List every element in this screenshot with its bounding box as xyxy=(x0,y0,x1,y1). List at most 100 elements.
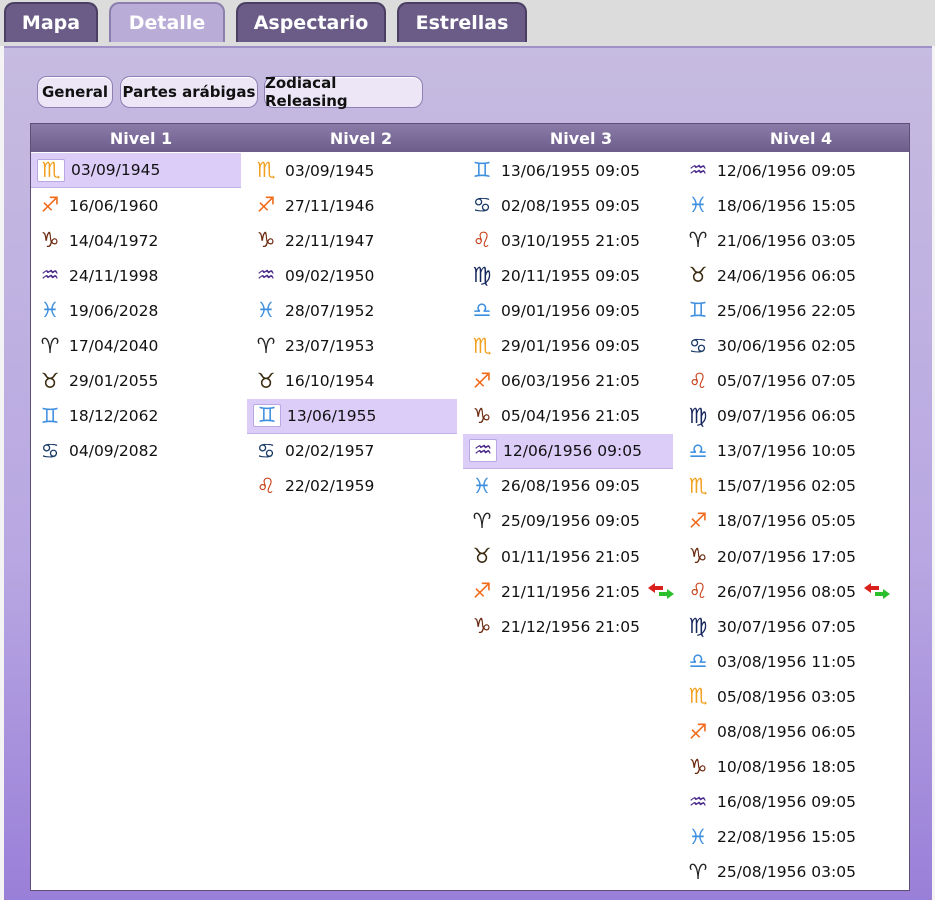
period-date: 16/08/1956 09:05 xyxy=(717,793,856,812)
list-item[interactable]: ♏ 05/08/1956 03:05 xyxy=(679,679,889,714)
period-date: 03/08/1956 11:05 xyxy=(717,652,856,671)
list-item[interactable]: ♒ 16/08/1956 09:05 xyxy=(679,785,889,820)
list-item[interactable]: ♍ 09/07/1956 06:05 xyxy=(679,399,889,434)
column-nivel-4: ♒ 12/06/1956 09:05 ♓ 18/06/1956 15:05 ♈ 21/06… xyxy=(679,153,891,890)
tab-estrellas[interactable]: Estrellas xyxy=(397,2,527,42)
period-date: 13/07/1956 10:05 xyxy=(717,442,856,461)
list-item[interactable]: ♈ 23/07/1953 xyxy=(247,328,457,363)
list-item[interactable]: ♐ 08/08/1956 06:05 xyxy=(679,715,889,750)
period-date: 09/02/1950 xyxy=(285,266,375,285)
list-item[interactable]: ♐ 06/03/1956 21:05 xyxy=(463,364,673,399)
list-item[interactable]: ♊ 25/06/1956 22:05 xyxy=(679,293,889,328)
list-item[interactable]: ♈ 21/06/1956 03:05 xyxy=(679,223,889,258)
list-item[interactable]: ♒ 24/11/1998 xyxy=(31,258,241,293)
period-date: 25/08/1956 03:05 xyxy=(717,863,856,882)
list-item[interactable]: ♍ 20/11/1955 09:05 xyxy=(463,258,673,293)
list-item[interactable]: ♊ 18/12/2062 xyxy=(31,399,241,434)
list-item[interactable]: ♉ 16/10/1954 xyxy=(247,364,457,399)
cancer-icon: ♋ xyxy=(40,438,60,463)
list-item[interactable]: ♋ 30/06/1956 02:05 xyxy=(679,328,889,363)
list-item[interactable]: ♈ 25/09/1956 09:05 xyxy=(463,504,673,539)
list-item[interactable]: ♈ 17/04/2040 xyxy=(31,328,241,363)
list-item[interactable]: ♓ 28/07/1952 xyxy=(247,293,457,328)
list-item[interactable]: ♏ 03/09/1945 xyxy=(247,153,457,188)
list-item[interactable]: ♐ 21/11/1956 21:05 xyxy=(463,574,674,609)
list-item[interactable]: ♑ 05/04/1956 21:05 xyxy=(463,399,673,434)
list-item[interactable]: ♍ 30/07/1956 07:05 xyxy=(679,609,889,644)
list-item[interactable]: ♑ 14/04/1972 xyxy=(31,223,241,258)
libra-icon: ♎ xyxy=(472,298,492,323)
scorpio-icon: ♏ xyxy=(688,473,708,498)
list-item[interactable]: ♊ 13/06/1955 09:05 xyxy=(463,153,673,188)
list-item[interactable]: ♌ 03/10/1955 21:05 xyxy=(463,223,673,258)
list-item[interactable]: ♏ 29/01/1956 09:05 xyxy=(463,328,673,363)
list-item[interactable]: ♒ 12/06/1956 09:05 xyxy=(463,433,673,469)
detail-panel: General Partes arábigas Zodiacal Releasi… xyxy=(4,46,932,900)
list-item[interactable]: ♌ 22/02/1959 xyxy=(247,469,457,504)
period-date: 16/10/1954 xyxy=(285,372,375,391)
pisces-icon: ♓ xyxy=(688,824,708,849)
list-item[interactable]: ♐ 16/06/1960 xyxy=(31,188,241,223)
list-item[interactable]: ♓ 22/08/1956 15:05 xyxy=(679,820,889,855)
libra-icon: ♎ xyxy=(688,438,708,463)
list-item[interactable]: ♒ 09/02/1950 xyxy=(247,258,457,293)
capricorn-icon: ♑ xyxy=(472,614,492,639)
period-date: 15/07/1956 02:05 xyxy=(717,477,856,496)
aquarius-icon: ♒ xyxy=(256,263,276,288)
list-item[interactable]: ♏ 15/07/1956 02:05 xyxy=(679,469,889,504)
list-item[interactable]: ♉ 29/01/2055 xyxy=(31,364,241,399)
list-item[interactable]: ♉ 01/11/1956 21:05 xyxy=(463,539,673,574)
period-date: 12/06/1956 09:05 xyxy=(717,161,856,180)
leo-icon: ♌ xyxy=(256,473,276,498)
list-item[interactable]: ♓ 26/08/1956 09:05 xyxy=(463,469,673,504)
list-item[interactable]: ♎ 13/07/1956 10:05 xyxy=(679,434,889,469)
period-date: 02/02/1957 xyxy=(285,442,375,461)
list-item[interactable]: ♑ 22/11/1947 xyxy=(247,223,457,258)
list-item[interactable]: ♓ 18/06/1956 15:05 xyxy=(679,188,889,223)
gemini-icon: ♊ xyxy=(253,404,281,428)
list-item[interactable]: ♌ 26/07/1956 08:05 xyxy=(679,574,890,609)
list-item[interactable]: ♏ 03/09/1945 xyxy=(31,153,241,189)
aries-icon: ♈ xyxy=(688,228,708,253)
gemini-icon: ♊ xyxy=(40,403,60,428)
list-item[interactable]: ♊ 13/06/1955 xyxy=(247,398,457,434)
list-item[interactable]: ♎ 09/01/1956 09:05 xyxy=(463,293,673,328)
list-item[interactable]: ♑ 10/08/1956 18:05 xyxy=(679,750,889,785)
list-item[interactable]: ♋ 02/02/1957 xyxy=(247,434,457,469)
period-date: 10/08/1956 18:05 xyxy=(717,758,856,777)
libra-icon: ♎ xyxy=(688,649,708,674)
list-item[interactable]: ♒ 12/06/1956 09:05 xyxy=(679,153,889,188)
period-date: 20/07/1956 17:05 xyxy=(717,547,856,566)
list-item[interactable]: ♓ 19/06/2028 xyxy=(31,293,241,328)
period-date: 14/04/1972 xyxy=(69,231,159,250)
subtab-general[interactable]: General xyxy=(37,76,113,108)
sagittarius-icon: ♐ xyxy=(472,579,492,604)
list-item[interactable]: ♎ 03/08/1956 11:05 xyxy=(679,644,889,679)
list-item[interactable]: ♐ 27/11/1946 xyxy=(247,188,457,223)
virgo-icon: ♍ xyxy=(688,403,708,428)
list-item[interactable]: ♋ 04/09/2082 xyxy=(31,434,241,469)
subtab-partes-arabigas[interactable]: Partes arábigas xyxy=(120,76,258,108)
period-date: 24/06/1956 06:05 xyxy=(717,266,856,285)
period-date: 21/11/1956 21:05 xyxy=(501,582,640,601)
tab-detalle[interactable]: Detalle xyxy=(109,2,225,42)
list-item[interactable]: ♑ 20/07/1956 17:05 xyxy=(679,539,889,574)
loosing-of-bond-icon xyxy=(864,583,890,600)
period-date: 25/09/1956 09:05 xyxy=(501,512,640,531)
period-date: 30/06/1956 02:05 xyxy=(717,337,856,356)
list-item[interactable]: ♐ 18/07/1956 05:05 xyxy=(679,504,889,539)
cancer-icon: ♋ xyxy=(256,438,276,463)
subtab-zodiacal-releasing[interactable]: Zodiacal Releasing xyxy=(264,74,423,110)
period-date: 12/06/1956 09:05 xyxy=(503,441,642,460)
list-item[interactable]: ♑ 21/12/1956 21:05 xyxy=(463,609,673,644)
tab-mapa[interactable]: Mapa xyxy=(4,2,98,42)
list-item[interactable]: ♋ 02/08/1955 09:05 xyxy=(463,188,673,223)
period-date: 03/10/1955 21:05 xyxy=(501,231,640,250)
aries-icon: ♈ xyxy=(256,333,276,358)
list-item[interactable]: ♉ 24/06/1956 06:05 xyxy=(679,258,889,293)
list-item[interactable]: ♌ 05/07/1956 07:05 xyxy=(679,364,889,399)
list-item[interactable]: ♈ 25/08/1956 03:05 xyxy=(679,855,889,890)
zodiacal-releasing-table: Nivel 1 Nivel 2 Nivel 3 Nivel 4 ♏ 03/09/1… xyxy=(30,123,910,891)
tab-aspectario[interactable]: Aspectario xyxy=(236,2,386,42)
cancer-icon: ♋ xyxy=(688,333,708,358)
